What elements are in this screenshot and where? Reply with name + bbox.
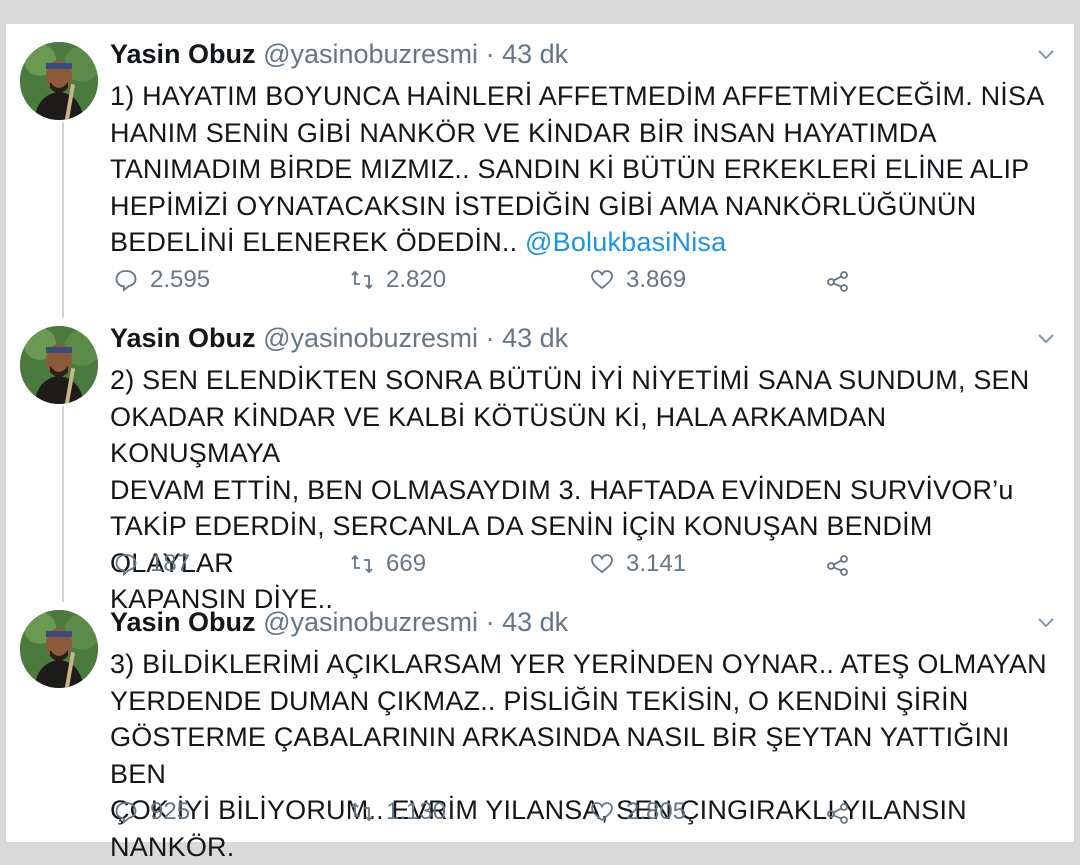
author-handle[interactable]: @yasinobuzresmi <box>263 607 478 637</box>
share-icon <box>827 555 848 576</box>
reply-count: 2.595 <box>150 266 211 293</box>
retweet-icon <box>351 270 373 290</box>
reply-button[interactable]: 187 <box>114 548 190 580</box>
retweet-button[interactable]: 2.820 <box>350 264 446 296</box>
retweet-icon <box>351 802 373 822</box>
separator: · <box>485 323 495 353</box>
like-icon <box>591 270 613 290</box>
retweet-count: 1.130 <box>386 798 447 825</box>
reply-icon <box>115 802 137 824</box>
share-icon <box>827 271 848 292</box>
like-icon <box>591 802 613 822</box>
tweet-text-line: BEDELİNİ ELENEREK ÖDEDİN.. @BolukbasiNis… <box>110 224 1050 261</box>
tweet-text-line: 3) BİLDİKLERİMİ AÇIKLARSAM YER YERİNDEN … <box>110 649 1047 679</box>
like-count: 3.869 <box>626 266 687 293</box>
author-name[interactable]: Yasin Obuz <box>110 607 256 637</box>
tweet-header: Yasin Obuz @yasinobuzresmi · 43 dk <box>110 606 568 638</box>
retweet-button[interactable]: 669 <box>350 548 426 580</box>
timestamp[interactable]: 43 dk <box>502 323 568 353</box>
retweet-count: 2.820 <box>386 266 447 293</box>
tweet-text: 1) HAYATIM BOYUNCA HAİNLERİ AFFETMEDİM A… <box>110 78 1050 261</box>
tweet-actions: 187 669 3.141 <box>110 548 870 580</box>
avatar[interactable] <box>20 610 98 688</box>
mention-link[interactable]: @BolukbasiNisa <box>525 227 726 257</box>
share-button[interactable] <box>826 548 862 580</box>
reply-count: 187 <box>150 550 191 577</box>
like-button[interactable]: 2.805 <box>590 796 686 828</box>
thread-line <box>62 122 64 318</box>
share-icon <box>827 803 848 824</box>
tweet-text-line: YERDENDE DUMAN ÇIKMAZ.. PİSLİĞİN TEKİSİN… <box>110 685 969 716</box>
like-count: 3.141 <box>626 550 687 577</box>
tweet-header: Yasin Obuz @yasinobuzresmi · 43 dk <box>110 38 568 70</box>
separator: · <box>485 607 495 637</box>
reply-count: 925 <box>150 798 191 825</box>
tweet-text-line: HEPİMİZİ OYNATACAKSIN İSTEDİĞİN GİBİ AMA… <box>110 190 977 221</box>
retweet-button[interactable]: 1.130 <box>350 796 446 828</box>
chevron-down-icon[interactable] <box>1036 44 1056 64</box>
like-icon <box>591 554 613 574</box>
tweet-text: 3) BİLDİKLERİMİ AÇIKLARSAM YER YERİNDEN … <box>110 646 1050 865</box>
tweet-text-line: 2) SEN ELENDİKTEN SONRA BÜTÜN İYİ NİYETİ… <box>110 365 1030 395</box>
tweet-actions: 925 1.130 2.805 <box>110 796 870 828</box>
reply-icon <box>115 554 137 576</box>
avatar[interactable] <box>20 42 98 120</box>
reply-button[interactable]: 2.595 <box>114 264 210 296</box>
separator: · <box>485 39 495 69</box>
like-button[interactable]: 3.141 <box>590 548 686 580</box>
thread-line <box>62 406 64 602</box>
tweet-text-line: TANIMADIM BİRDE MIZMIZ.. SANDIN Kİ BÜTÜN… <box>110 154 1030 184</box>
retweet-count: 669 <box>386 550 427 577</box>
author-handle[interactable]: @yasinobuzresmi <box>263 323 478 353</box>
chevron-down-icon[interactable] <box>1036 328 1056 348</box>
tweet-text-line: HANIM SENİN GİBİ NANKÖR VE KİNDAR BİR İN… <box>110 117 937 148</box>
timestamp[interactable]: 43 dk <box>502 607 568 637</box>
reply-icon <box>115 270 137 292</box>
share-button[interactable] <box>826 264 862 296</box>
tweet-text-line: OKADAR KİNDAR VE KALBİ KÖTÜSÜN Kİ, HALA … <box>110 401 887 469</box>
share-button[interactable] <box>826 796 862 828</box>
timestamp[interactable]: 43 dk <box>502 39 568 69</box>
author-name[interactable]: Yasin Obuz <box>110 39 256 69</box>
like-button[interactable]: 3.869 <box>590 264 686 296</box>
like-count: 2.805 <box>626 798 687 825</box>
tweet-thread: Yasin Obuz @yasinobuzresmi · 43 dk 1) HA… <box>6 24 1074 862</box>
tweet-header: Yasin Obuz @yasinobuzresmi · 43 dk <box>110 322 568 354</box>
tweet-text-line: GÖSTERME ÇABALARININ ARKASINDA NASIL BİR… <box>110 722 1010 789</box>
tweet-text-segment: BEDELİNİ ELENEREK ÖDEDİN.. <box>110 227 526 257</box>
tweet-text-line: DEVAM ETTİN, BEN OLMASAYDIM 3. HAFTADA E… <box>110 474 1014 505</box>
avatar[interactable] <box>20 326 98 404</box>
reply-button[interactable]: 925 <box>114 796 190 828</box>
tweet-actions: 2.595 2.820 3.869 <box>110 264 870 296</box>
author-handle[interactable]: @yasinobuzresmi <box>263 39 478 69</box>
retweet-icon <box>351 554 373 574</box>
author-name[interactable]: Yasin Obuz <box>110 323 256 353</box>
tweet-text-line: 1) HAYATIM BOYUNCA HAİNLERİ AFFETMEDİM A… <box>110 81 1045 111</box>
chevron-down-icon[interactable] <box>1036 612 1056 632</box>
